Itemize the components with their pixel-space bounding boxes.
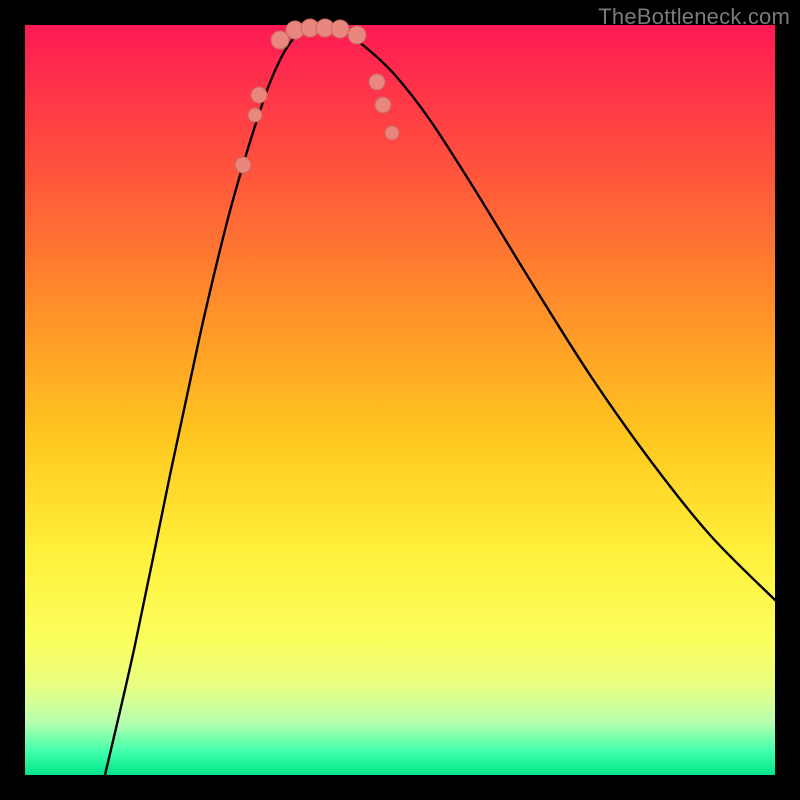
bottleneck-curve — [105, 28, 775, 775]
data-marker — [348, 26, 366, 44]
data-marker — [331, 20, 349, 38]
data-marker — [248, 108, 262, 122]
data-marker — [385, 126, 399, 140]
data-marker — [251, 87, 267, 103]
data-marker — [369, 74, 385, 90]
watermark-text: TheBottleneck.com — [598, 4, 790, 30]
data-markers-group — [235, 19, 399, 173]
chart-plot-area — [25, 25, 775, 775]
curve-group — [105, 28, 775, 775]
bottleneck-chart-svg — [25, 25, 775, 775]
data-marker — [375, 97, 391, 113]
data-marker — [235, 157, 251, 173]
